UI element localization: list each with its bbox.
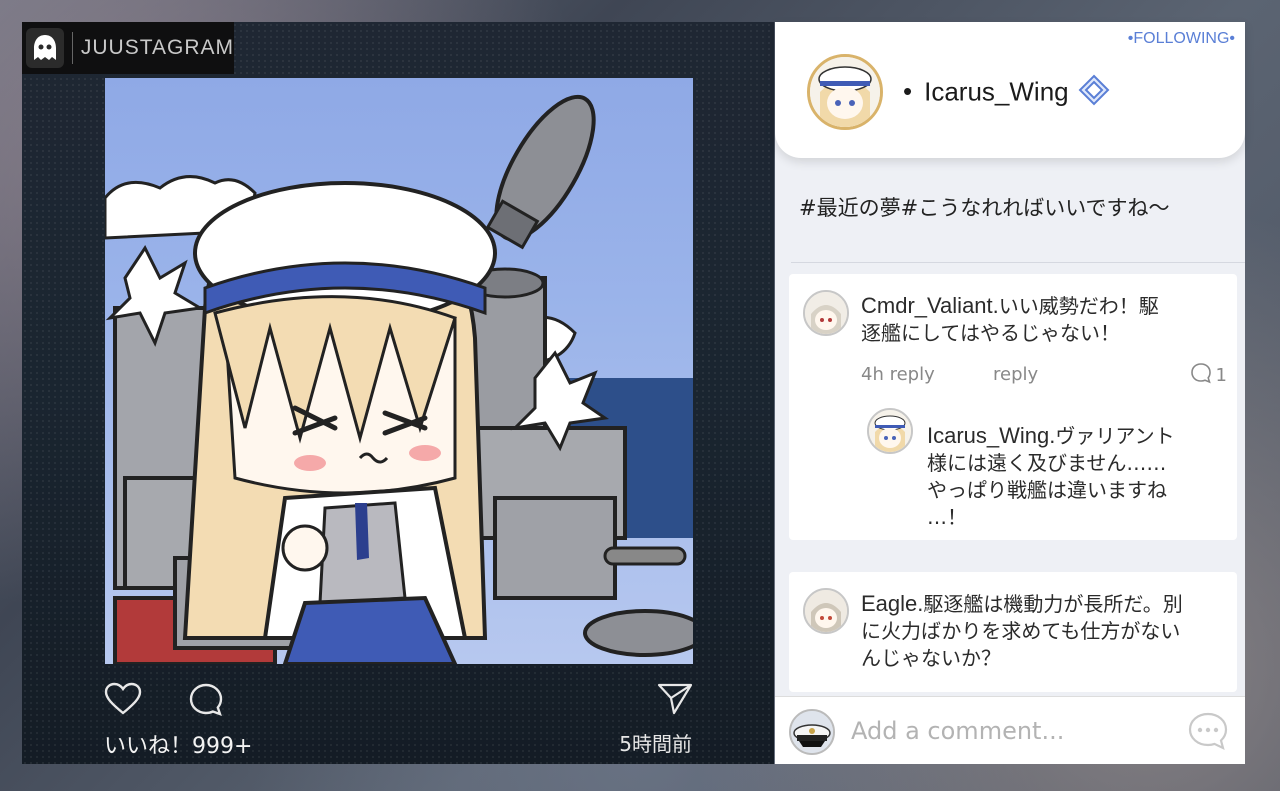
post-panel: JUUSTAGRAM いいね！999+ 5時間前 [22, 22, 774, 764]
comment-card: Cmdr_Valiant.いい威勢だわ！駆 逐艦にしてはやるじゃない！ 4h r… [789, 274, 1237, 540]
comment-line: …！ [927, 505, 967, 529]
comment-text: Cmdr_Valiant.いい威勢だわ！駆 逐艦にしてはやるじゃない！ [861, 292, 1221, 347]
comment-line: 様には遠く及びません…… [927, 451, 1167, 475]
comment-input[interactable] [851, 713, 1171, 749]
username-text: Icarus_Wing [924, 76, 1069, 107]
comment-line: やっぱり戦艦は違いますね [927, 478, 1167, 502]
reply-author[interactable]: Icarus_Wing. [927, 423, 1055, 448]
chat-bubble-icon[interactable] [1187, 711, 1229, 755]
comment-line: 駆逐艦は機動力が長所だ。別 [923, 592, 1183, 616]
brand-divider [71, 32, 73, 64]
comment-line: いい威勢だわ！駆 [998, 294, 1159, 318]
following-label[interactable]: •FOLLOWING• [1128, 30, 1235, 48]
post-image[interactable] [105, 78, 693, 664]
reply-count-value: 1 [1215, 365, 1227, 386]
bullet: • [903, 76, 913, 107]
comment-line: 逐艦にしてはやるじゃない！ [861, 321, 1120, 345]
comment-line: んじゃないか？ [861, 646, 1001, 670]
avatar[interactable] [803, 290, 849, 336]
comment-author[interactable]: Cmdr_Valiant. [861, 293, 999, 318]
divider [791, 262, 1245, 263]
reply-count[interactable]: 1 [1190, 362, 1227, 389]
comment-card: Eagle.駆逐艦は機動力が長所だ。別 に火力ばかりを求めても仕方がない んじゃ… [789, 572, 1237, 692]
comment-line: ヴァリアント [1055, 424, 1175, 448]
brand-name: JUUSTAGRAM [80, 36, 234, 59]
comment-line: に火力ばかりを求めても仕方がない [861, 619, 1181, 643]
heart-icon[interactable] [104, 682, 142, 720]
post-caption: #最近の夢#こうなれればいいですね～ [799, 196, 1170, 220]
comments-panel: •FOLLOWING• • Icarus_Wing #最近の夢#こうなれればいい… [775, 22, 1245, 764]
avatar [789, 709, 835, 755]
post-actions: いいね！999+ 5時間前 [104, 682, 694, 762]
avatar[interactable] [807, 54, 883, 130]
reply-text: Icarus_Wing.ヴァリアント 様には遠く及びません…… やっぱり戦艦は違… [927, 422, 1227, 531]
avatar[interactable] [867, 408, 913, 454]
comment-author[interactable]: Eagle. [861, 591, 923, 616]
post-illustration [105, 94, 693, 664]
brand-bar: JUUSTAGRAM [22, 22, 234, 74]
likes-count: いいね！999+ [104, 734, 253, 759]
avatar[interactable] [803, 588, 849, 634]
profile-card: •FOLLOWING• • Icarus_Wing [775, 22, 1245, 158]
reply-button[interactable]: reply [993, 364, 1038, 385]
comment-input-bar [775, 696, 1245, 764]
ghost-logo-icon [26, 28, 64, 68]
comment-icon[interactable] [188, 682, 224, 722]
comment-time: 4h reply [861, 364, 935, 385]
comment-bubble-icon [1190, 362, 1212, 389]
verified-diamond-icon [1078, 74, 1110, 113]
profile-username[interactable]: • Icarus_Wing [903, 74, 1110, 113]
send-icon[interactable] [656, 682, 694, 720]
post-time: 5時間前 [619, 732, 692, 756]
comment-text: Eagle.駆逐艦は機動力が長所だ。別 に火力ばかりを求めても仕方がない んじゃ… [861, 590, 1231, 672]
